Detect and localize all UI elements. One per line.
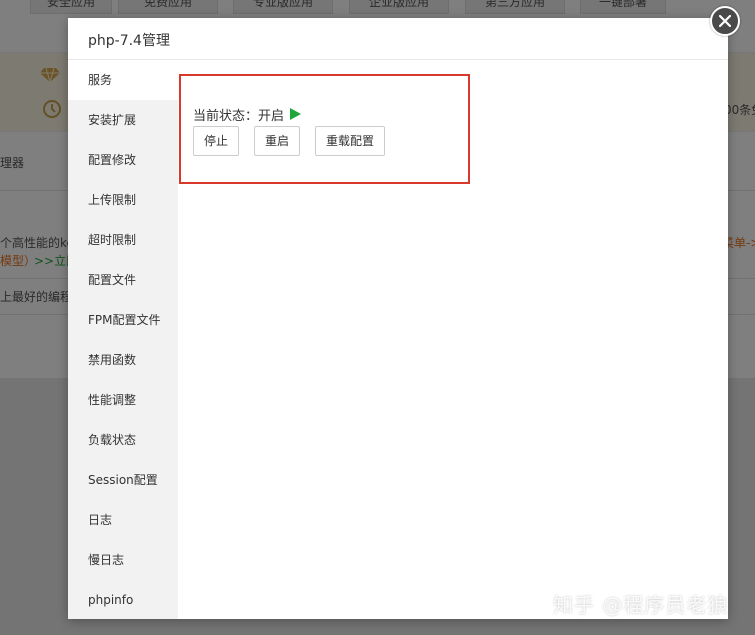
sidebar-item-session-config[interactable]: Session配置 — [68, 460, 178, 500]
watermark: 知乎 @程序员老狼 — [553, 593, 729, 617]
close-dialog-button[interactable] — [710, 6, 740, 36]
status-label: 当前状态： — [193, 109, 259, 124]
stop-button[interactable]: 停止 — [193, 126, 240, 156]
sidebar-item-slow-log[interactable]: 慢日志 — [68, 540, 178, 580]
sidebar-item-disabled-functions[interactable]: 禁用函数 — [68, 340, 178, 380]
status-value: 开启 — [258, 109, 285, 124]
sidebar-item-upload-limit[interactable]: 上传限制 — [68, 180, 178, 220]
reload-config-button[interactable]: 重载配置 — [315, 126, 386, 156]
service-status: 当前状态：开启 — [193, 105, 302, 124]
sidebar-item-logs[interactable]: 日志 — [68, 500, 178, 540]
play-icon — [290, 107, 302, 124]
dialog-sidebar: 服务 安装扩展 配置修改 上传限制 超时限制 配置文件 FPM配置文件 禁用函数… — [68, 60, 178, 619]
restart-button[interactable]: 重启 — [254, 126, 301, 156]
dialog-header: php-7.4管理 — [68, 18, 728, 60]
sidebar-item-install-extensions[interactable]: 安装扩展 — [68, 100, 178, 140]
sidebar-item-config-file[interactable]: 配置文件 — [68, 260, 178, 300]
sidebar-item-performance[interactable]: 性能调整 — [68, 380, 178, 420]
sidebar-item-timeout-limit[interactable]: 超时限制 — [68, 220, 178, 260]
sidebar-item-config-edit[interactable]: 配置修改 — [68, 140, 178, 180]
service-panel: 当前状态：开启 停止 重启 重载配置 — [178, 60, 728, 619]
sidebar-item-fpm-config[interactable]: FPM配置文件 — [68, 300, 178, 340]
php-manager-dialog: php-7.4管理 服务 安装扩展 配置修改 上传限制 超时限制 配置文件 FP… — [68, 18, 728, 619]
sidebar-item-load-status[interactable]: 负载状态 — [68, 420, 178, 460]
sidebar-item-phpinfo[interactable]: phpinfo — [68, 580, 178, 620]
sidebar-item-service[interactable]: 服务 — [68, 60, 178, 100]
dialog-title: php-7.4管理 — [88, 33, 170, 49]
